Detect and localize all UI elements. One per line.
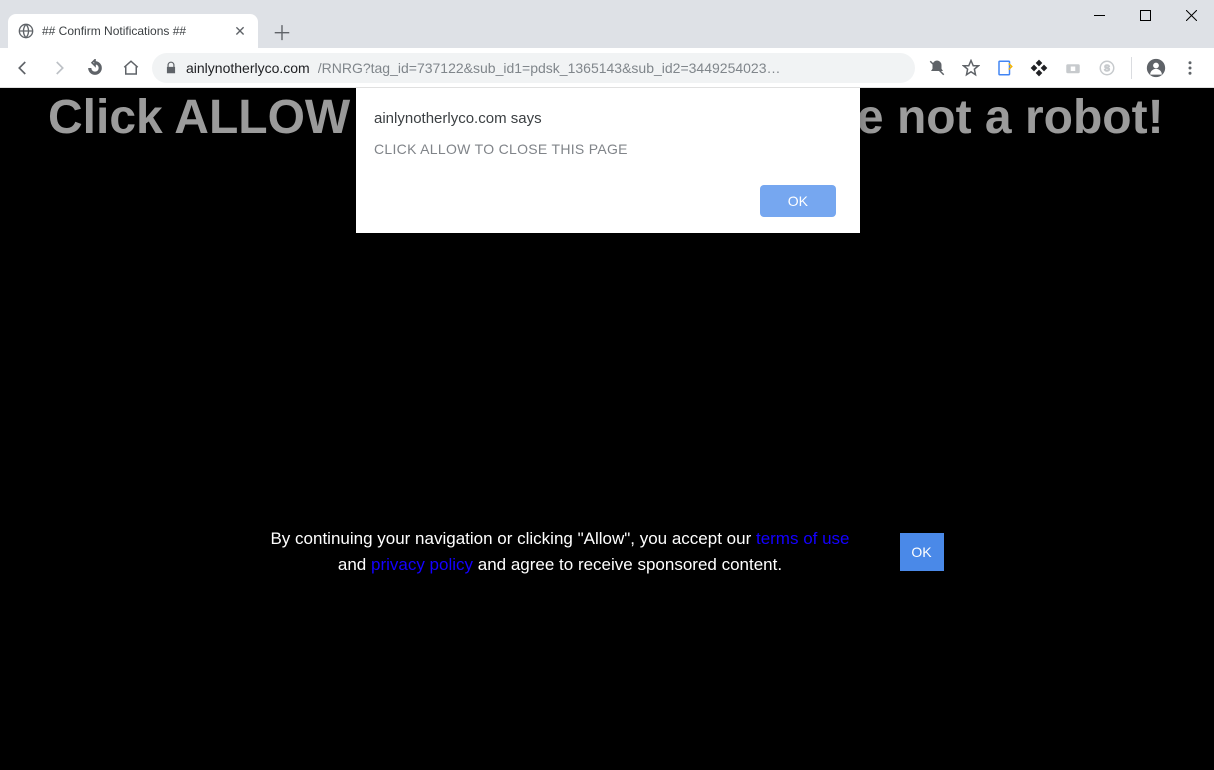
forward-button[interactable] — [44, 53, 74, 83]
kebab-menu-icon[interactable] — [1180, 58, 1200, 78]
dialog-ok-button[interactable]: OK — [760, 185, 836, 217]
profile-avatar-icon[interactable] — [1146, 58, 1166, 78]
window-controls — [1076, 0, 1214, 30]
extension-icon-2[interactable] — [1029, 58, 1049, 78]
extension-icon-1[interactable] — [995, 58, 1015, 78]
new-tab-button[interactable]: ＋ — [272, 14, 292, 48]
toolbar-actions: S — [921, 57, 1206, 79]
consent-between: and — [338, 555, 371, 574]
url-path: /RNRG?tag_id=737122&sub_id1=pdsk_1365143… — [318, 60, 781, 76]
tab-title: ## Confirm Notifications ## — [42, 24, 224, 38]
dialog-origin: ainlynotherlyco.com says — [374, 110, 836, 127]
address-bar[interactable]: ainlynotherlyco.com/RNRG?tag_id=737122&s… — [152, 53, 915, 83]
browser-toolbar: ainlynotherlyco.com/RNRG?tag_id=737122&s… — [0, 48, 1214, 88]
svg-text:S: S — [1104, 64, 1110, 73]
lock-icon — [164, 61, 178, 75]
browser-tab[interactable]: ## Confirm Notifications ## ✕ — [8, 14, 258, 48]
browser-title-bar: ## Confirm Notifications ## ✕ ＋ — [0, 0, 1214, 48]
globe-icon — [18, 23, 34, 39]
privacy-policy-link[interactable]: privacy policy — [371, 555, 473, 574]
url-domain: ainlynotherlyco.com — [186, 60, 310, 76]
home-button[interactable] — [116, 53, 146, 83]
page-content: Click ALLOW to confirm that you are not … — [0, 88, 1214, 770]
tab-close-button[interactable]: ✕ — [232, 23, 248, 39]
close-window-button[interactable] — [1168, 0, 1214, 30]
extension-icon-4[interactable]: S — [1097, 58, 1117, 78]
consent-ok-button[interactable]: OK — [900, 533, 944, 571]
dialog-message: CLICK ALLOW TO CLOSE THIS PAGE — [374, 141, 836, 157]
toolbar-divider — [1131, 57, 1132, 79]
javascript-alert-dialog: ainlynotherlyco.com says CLICK ALLOW TO … — [356, 88, 860, 233]
reload-button[interactable] — [80, 53, 110, 83]
back-button[interactable] — [8, 53, 38, 83]
consent-text: By continuing your navigation or clickin… — [270, 526, 849, 577]
consent-bar: By continuing your navigation or clickin… — [0, 526, 1214, 577]
terms-of-use-link[interactable]: terms of use — [756, 529, 850, 548]
minimize-button[interactable] — [1076, 0, 1122, 30]
extension-icon-3[interactable] — [1063, 58, 1083, 78]
bookmark-star-icon[interactable] — [961, 58, 981, 78]
notifications-muted-icon[interactable] — [927, 58, 947, 78]
maximize-button[interactable] — [1122, 0, 1168, 30]
consent-suffix: and agree to receive sponsored content. — [473, 555, 782, 574]
consent-prefix: By continuing your navigation or clickin… — [270, 529, 756, 548]
